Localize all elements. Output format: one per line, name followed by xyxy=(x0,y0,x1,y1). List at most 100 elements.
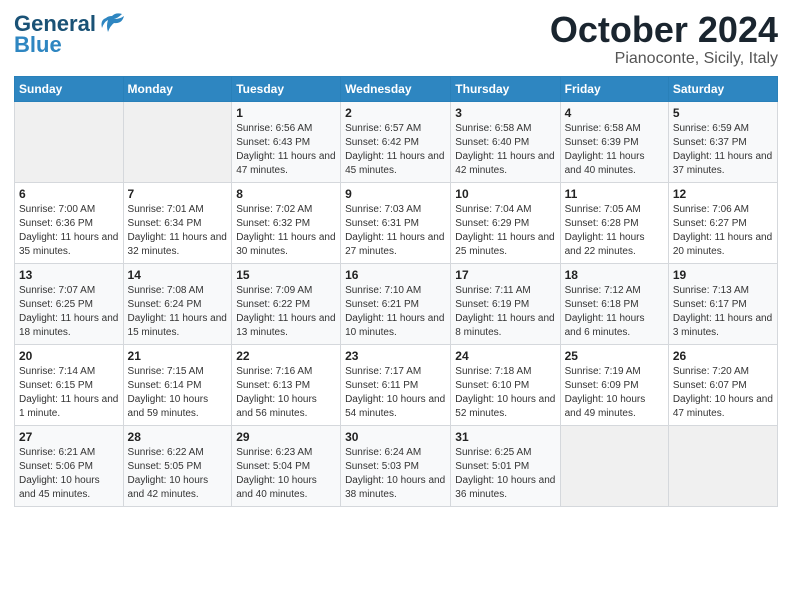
day-number: 8 xyxy=(236,187,336,201)
sunrise-text: Sunrise: 6:25 AM xyxy=(455,447,531,458)
sunset-text: Sunset: 6:10 PM xyxy=(455,380,529,391)
daylight-text: Daylight: 11 hours and 27 minutes. xyxy=(345,232,444,257)
cell-w2-d4: 10 Sunrise: 7:04 AM Sunset: 6:29 PM Dayl… xyxy=(451,182,560,263)
sunrise-text: Sunrise: 7:05 AM xyxy=(565,204,641,215)
sunrise-text: Sunrise: 7:08 AM xyxy=(128,285,204,296)
daylight-text: Daylight: 10 hours and 59 minutes. xyxy=(128,394,209,419)
sunset-text: Sunset: 6:22 PM xyxy=(236,299,310,310)
sunrise-text: Sunrise: 7:02 AM xyxy=(236,204,312,215)
sunrise-text: Sunrise: 7:07 AM xyxy=(19,285,95,296)
cell-w4-d1: 21 Sunrise: 7:15 AM Sunset: 6:14 PM Dayl… xyxy=(123,344,232,425)
sunset-text: Sunset: 6:17 PM xyxy=(673,299,747,310)
week-row-2: 6 Sunrise: 7:00 AM Sunset: 6:36 PM Dayli… xyxy=(15,182,778,263)
day-number: 5 xyxy=(673,106,773,120)
cell-w2-d6: 12 Sunrise: 7:06 AM Sunset: 6:27 PM Dayl… xyxy=(668,182,777,263)
day-number: 22 xyxy=(236,349,336,363)
cell-w1-d6: 5 Sunrise: 6:59 AM Sunset: 6:37 PM Dayli… xyxy=(668,101,777,182)
header: General Blue October 2024 Pianoconte, Si… xyxy=(14,10,778,68)
cell-w4-d0: 20 Sunrise: 7:14 AM Sunset: 6:15 PM Dayl… xyxy=(15,344,124,425)
sunset-text: Sunset: 6:36 PM xyxy=(19,218,93,229)
daylight-text: Daylight: 11 hours and 22 minutes. xyxy=(565,232,645,257)
day-number: 25 xyxy=(565,349,664,363)
sunset-text: Sunset: 6:34 PM xyxy=(128,218,202,229)
cell-w5-d5 xyxy=(560,425,668,506)
sunrise-text: Sunrise: 6:57 AM xyxy=(345,123,421,134)
day-number: 19 xyxy=(673,268,773,282)
cell-w4-d4: 24 Sunrise: 7:18 AM Sunset: 6:10 PM Dayl… xyxy=(451,344,560,425)
cell-w1-d1 xyxy=(123,101,232,182)
cell-w3-d2: 15 Sunrise: 7:09 AM Sunset: 6:22 PM Dayl… xyxy=(232,263,341,344)
cell-w3-d1: 14 Sunrise: 7:08 AM Sunset: 6:24 PM Dayl… xyxy=(123,263,232,344)
daylight-text: Daylight: 11 hours and 1 minute. xyxy=(19,394,118,419)
cell-w1-d2: 1 Sunrise: 6:56 AM Sunset: 6:43 PM Dayli… xyxy=(232,101,341,182)
day-number: 18 xyxy=(565,268,664,282)
daylight-text: Daylight: 11 hours and 13 minutes. xyxy=(236,313,335,338)
day-number: 26 xyxy=(673,349,773,363)
day-number: 16 xyxy=(345,268,446,282)
daylight-text: Daylight: 11 hours and 3 minutes. xyxy=(673,313,772,338)
day-number: 17 xyxy=(455,268,555,282)
sunset-text: Sunset: 6:42 PM xyxy=(345,137,419,148)
sunset-text: Sunset: 5:05 PM xyxy=(128,461,202,472)
cell-w1-d0 xyxy=(15,101,124,182)
sunset-text: Sunset: 6:43 PM xyxy=(236,137,310,148)
day-number: 6 xyxy=(19,187,119,201)
daylight-text: Daylight: 11 hours and 47 minutes. xyxy=(236,151,335,176)
sunrise-text: Sunrise: 7:00 AM xyxy=(19,204,95,215)
day-number: 12 xyxy=(673,187,773,201)
title-block: October 2024 Pianoconte, Sicily, Italy xyxy=(550,10,778,68)
day-number: 3 xyxy=(455,106,555,120)
day-number: 14 xyxy=(128,268,228,282)
cell-w2-d2: 8 Sunrise: 7:02 AM Sunset: 6:32 PM Dayli… xyxy=(232,182,341,263)
sunrise-text: Sunrise: 6:22 AM xyxy=(128,447,204,458)
day-number: 31 xyxy=(455,430,555,444)
daylight-text: Daylight: 11 hours and 15 minutes. xyxy=(128,313,227,338)
day-number: 20 xyxy=(19,349,119,363)
daylight-text: Daylight: 11 hours and 8 minutes. xyxy=(455,313,554,338)
sunrise-text: Sunrise: 7:06 AM xyxy=(673,204,749,215)
week-row-3: 13 Sunrise: 7:07 AM Sunset: 6:25 PM Dayl… xyxy=(15,263,778,344)
main-container: General Blue October 2024 Pianoconte, Si… xyxy=(0,0,792,515)
sunset-text: Sunset: 6:28 PM xyxy=(565,218,639,229)
sunrise-text: Sunrise: 6:21 AM xyxy=(19,447,95,458)
sunset-text: Sunset: 6:14 PM xyxy=(128,380,202,391)
daylight-text: Daylight: 11 hours and 30 minutes. xyxy=(236,232,335,257)
sunset-text: Sunset: 6:27 PM xyxy=(673,218,747,229)
sunrise-text: Sunrise: 6:58 AM xyxy=(455,123,531,134)
header-monday: Monday xyxy=(123,76,232,101)
daylight-text: Daylight: 10 hours and 38 minutes. xyxy=(345,475,445,500)
logo: General Blue xyxy=(14,10,126,56)
sunset-text: Sunset: 6:32 PM xyxy=(236,218,310,229)
sunrise-text: Sunrise: 7:12 AM xyxy=(565,285,641,296)
day-number: 1 xyxy=(236,106,336,120)
sunrise-text: Sunrise: 7:01 AM xyxy=(128,204,204,215)
sunrise-text: Sunrise: 7:13 AM xyxy=(673,285,749,296)
day-number: 27 xyxy=(19,430,119,444)
day-number: 13 xyxy=(19,268,119,282)
cell-w4-d2: 22 Sunrise: 7:16 AM Sunset: 6:13 PM Dayl… xyxy=(232,344,341,425)
daylight-text: Daylight: 10 hours and 56 minutes. xyxy=(236,394,317,419)
cell-w5-d6 xyxy=(668,425,777,506)
day-number: 24 xyxy=(455,349,555,363)
daylight-text: Daylight: 11 hours and 18 minutes. xyxy=(19,313,118,338)
day-number: 9 xyxy=(345,187,446,201)
sunset-text: Sunset: 6:09 PM xyxy=(565,380,639,391)
daylight-text: Daylight: 11 hours and 25 minutes. xyxy=(455,232,554,257)
day-number: 28 xyxy=(128,430,228,444)
daylight-text: Daylight: 10 hours and 49 minutes. xyxy=(565,394,646,419)
sunrise-text: Sunrise: 7:10 AM xyxy=(345,285,421,296)
sunrise-text: Sunrise: 7:04 AM xyxy=(455,204,531,215)
daylight-text: Daylight: 10 hours and 54 minutes. xyxy=(345,394,445,419)
sunrise-text: Sunrise: 7:14 AM xyxy=(19,366,95,377)
cell-w4-d3: 23 Sunrise: 7:17 AM Sunset: 6:11 PM Dayl… xyxy=(341,344,451,425)
day-number: 2 xyxy=(345,106,446,120)
daylight-text: Daylight: 11 hours and 40 minutes. xyxy=(565,151,645,176)
header-sunday: Sunday xyxy=(15,76,124,101)
sunset-text: Sunset: 6:18 PM xyxy=(565,299,639,310)
daylight-text: Daylight: 11 hours and 10 minutes. xyxy=(345,313,444,338)
cell-w3-d6: 19 Sunrise: 7:13 AM Sunset: 6:17 PM Dayl… xyxy=(668,263,777,344)
sunset-text: Sunset: 6:24 PM xyxy=(128,299,202,310)
cell-w3-d4: 17 Sunrise: 7:11 AM Sunset: 6:19 PM Dayl… xyxy=(451,263,560,344)
day-number: 4 xyxy=(565,106,664,120)
sunset-text: Sunset: 6:11 PM xyxy=(345,380,418,391)
